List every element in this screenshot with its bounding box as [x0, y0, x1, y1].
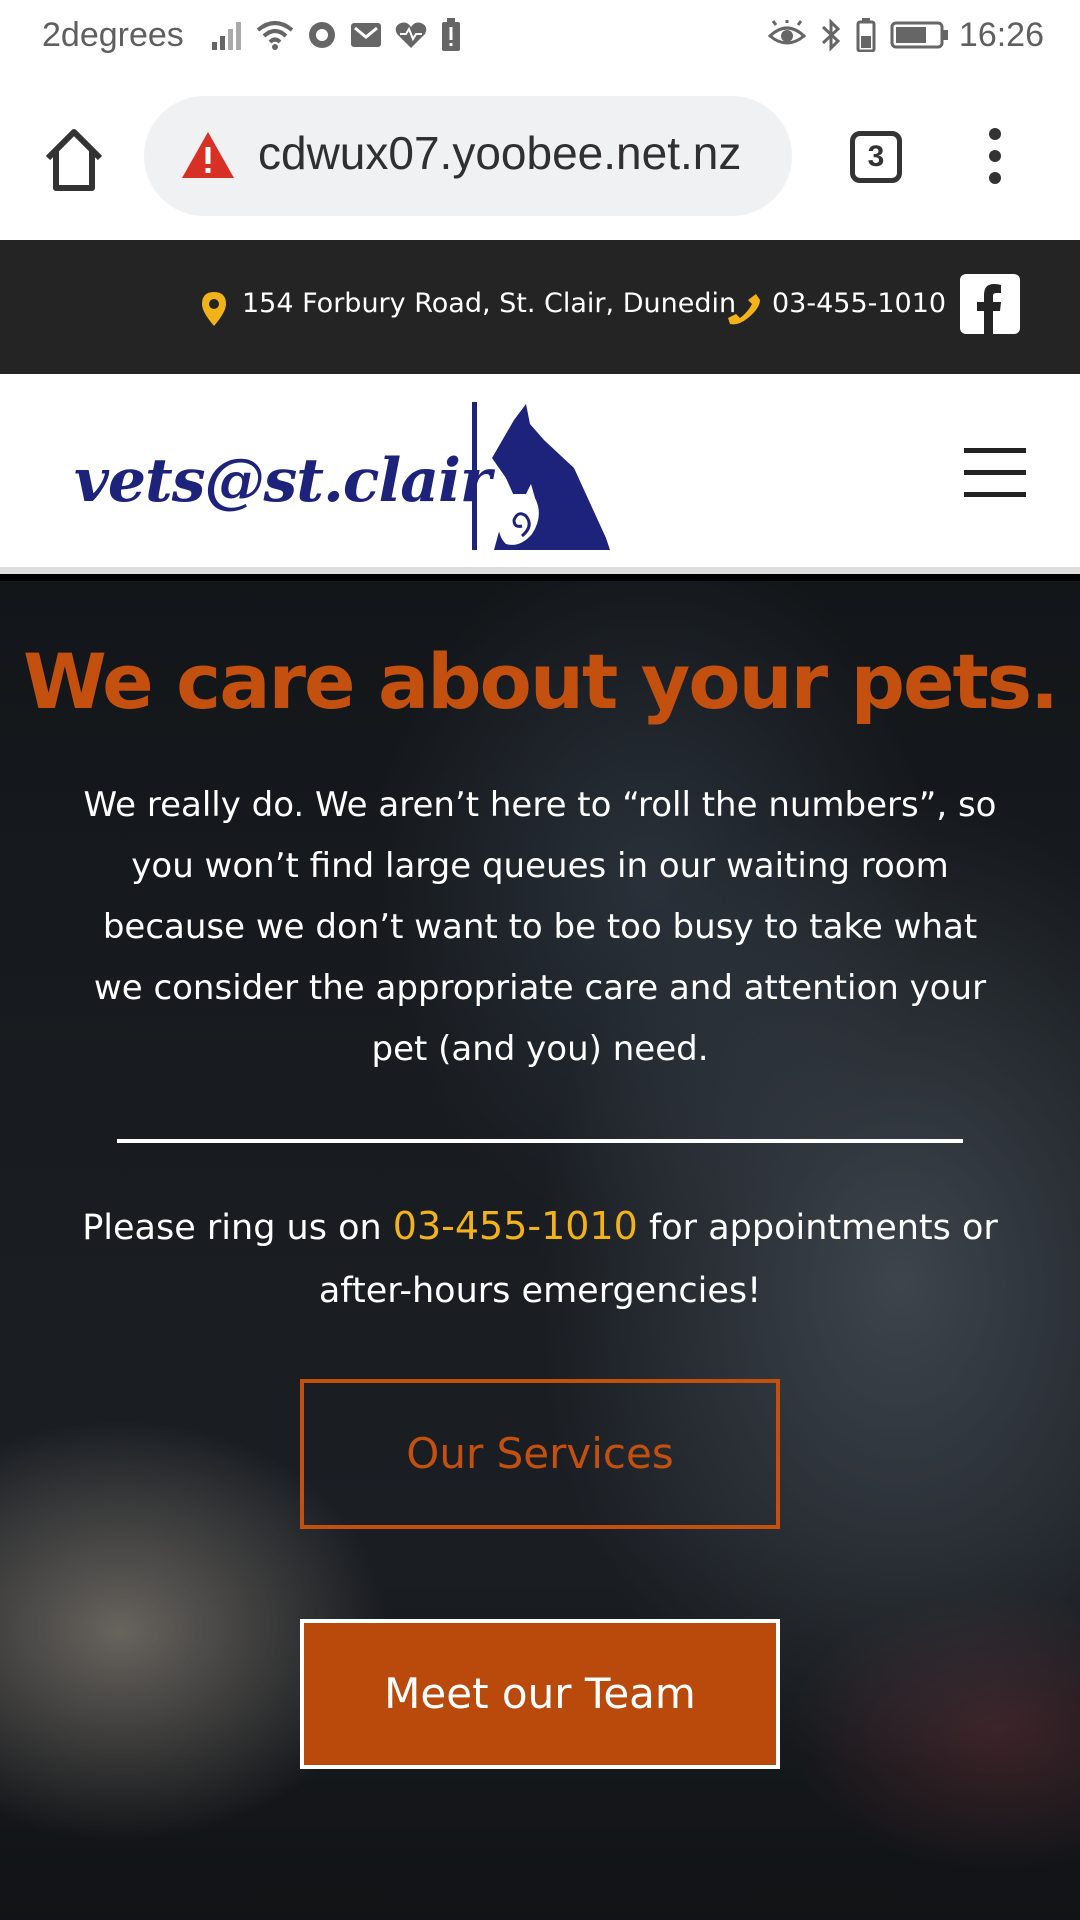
- carrier-name: 2degrees: [42, 16, 184, 54]
- address-text: 154 Forbury Road, St. Clair, Dunedin: [242, 288, 737, 319]
- menu-bar-icon: [964, 492, 1026, 497]
- dot-icon: [989, 128, 1001, 140]
- wifi-icon: [256, 21, 294, 50]
- heart-monitor-icon: [395, 22, 427, 48]
- signal-icon: [212, 22, 241, 50]
- phone-icon: [728, 294, 760, 325]
- menu-bar-icon: [964, 470, 1026, 475]
- browser-toolbar: cdwux07.yoobee.net.nz 3: [0, 76, 1080, 240]
- map-marker-icon: [202, 292, 226, 326]
- cat-dog-logo-icon: [472, 402, 610, 550]
- gmail-icon: [351, 23, 381, 47]
- phone-number-link[interactable]: 03-455-1010: [393, 1204, 638, 1248]
- warning-icon[interactable]: [180, 130, 236, 180]
- dot-icon: [989, 150, 1001, 162]
- status-bar: 2degrees 16:26: [0, 0, 1080, 76]
- hero-intro-text: We really do. We aren’t here to “roll th…: [83, 785, 997, 1069]
- facebook-link[interactable]: [960, 274, 1020, 334]
- divider: [117, 1139, 963, 1143]
- meet-our-team-button[interactable]: Meet our Team: [300, 1619, 780, 1769]
- contact-bar: 154 Forbury Road, St. Clair, Dunedin 03-…: [0, 240, 1080, 374]
- home-icon: [45, 129, 103, 191]
- battery-alert-icon: [442, 18, 460, 51]
- bluetooth-icon: [821, 18, 841, 52]
- eye-comfort-icon: [768, 20, 806, 45]
- home-button[interactable]: [38, 124, 110, 196]
- hero-section: We care about your pets. We really do. W…: [0, 581, 1080, 1920]
- notification-icons: [210, 18, 462, 52]
- hamburger-menu-button[interactable]: [964, 448, 1026, 498]
- battery-icon: [890, 21, 948, 49]
- clock: 16:26: [958, 16, 1044, 54]
- hero-title: We care about your pets.: [23, 637, 1059, 726]
- record-icon: [309, 22, 335, 48]
- menu-bar-icon: [964, 448, 1026, 453]
- phone-link[interactable]: 03-455-1010: [772, 288, 946, 319]
- url-text[interactable]: cdwux07.yoobee.net.nz: [258, 126, 741, 180]
- dot-icon: [989, 172, 1001, 184]
- tab-switcher-button[interactable]: 3: [850, 131, 902, 183]
- facebook-icon: [977, 284, 1001, 334]
- our-services-button[interactable]: Our Services: [300, 1379, 780, 1529]
- call-to-action-text: Please ring us on 03-455-1010 for appoin…: [80, 1195, 1000, 1323]
- address-bar[interactable]: cdwux07.yoobee.net.nz: [144, 96, 792, 216]
- ring-text-before: Please ring us on: [82, 1208, 393, 1248]
- browser-menu-button[interactable]: [980, 128, 1010, 188]
- battery-saver-icon: [856, 18, 876, 52]
- site-header: vets@st.clair: [0, 374, 1080, 574]
- system-icons: [768, 18, 950, 52]
